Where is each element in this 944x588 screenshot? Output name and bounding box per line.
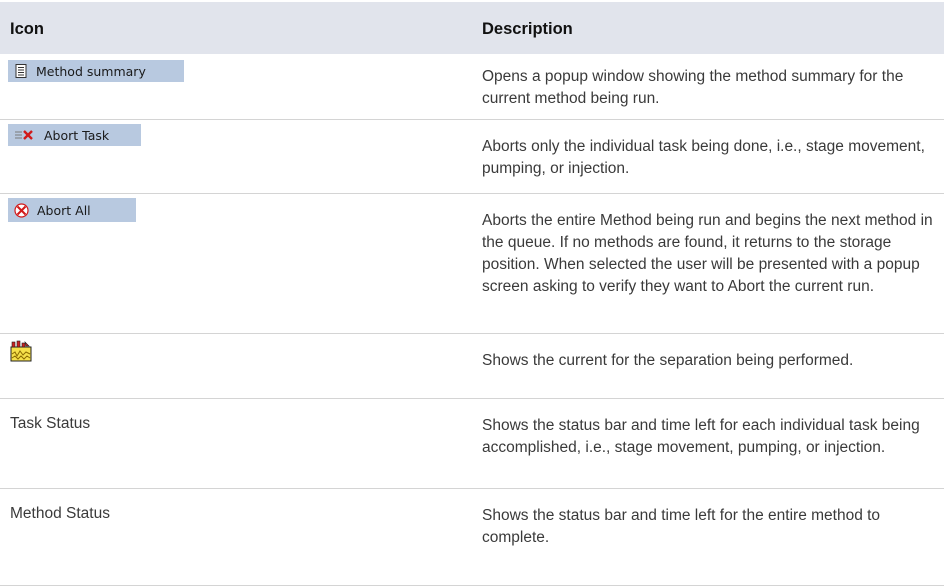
method-status-description: Shows the status bar and time left for t… (482, 507, 881, 546)
current-graph-icon[interactable] (10, 340, 32, 362)
table-row-method-summary: Method summary Opens a popup window show… (0, 54, 944, 120)
method-summary-description: Opens a popup window showing the method … (482, 68, 904, 107)
table-row-task-status: Task Status Shows the status bar and tim… (0, 399, 944, 489)
abort-task-label: Abort Task (44, 127, 110, 143)
table-row-abort-all: Abort All Aborts the entire Method being… (0, 194, 944, 334)
table-row-method-status: Method Status Shows the status bar and t… (0, 489, 944, 586)
table-row-current-graph: Shows the current for the separation bei… (0, 334, 944, 399)
abort-all-description: Aborts the entire Method being run and b… (482, 212, 933, 295)
current-graph-description: Shows the current for the separation bei… (482, 352, 854, 369)
abort-all-label: Abort All (37, 202, 91, 218)
method-summary-icon (14, 64, 28, 78)
method-status-label: Method Status (10, 505, 110, 522)
abort-task-button[interactable]: Abort Task (8, 124, 141, 146)
method-summary-button[interactable]: Method summary (8, 60, 184, 82)
task-status-label: Task Status (10, 415, 91, 432)
header-description-column: Description (482, 20, 573, 38)
abort-all-icon (14, 202, 29, 218)
header-icon-column: Icon (10, 20, 44, 38)
abort-task-description: Aborts only the individual task being do… (482, 138, 925, 177)
abort-all-button[interactable]: Abort All (8, 198, 136, 222)
abort-task-icon (14, 129, 36, 141)
table-row-abort-task: Abort Task Aborts only the individual ta… (0, 120, 944, 194)
table-header: Icon Description (0, 2, 944, 54)
method-summary-label: Method summary (36, 63, 146, 79)
task-status-description: Shows the status bar and time left for e… (482, 417, 920, 456)
